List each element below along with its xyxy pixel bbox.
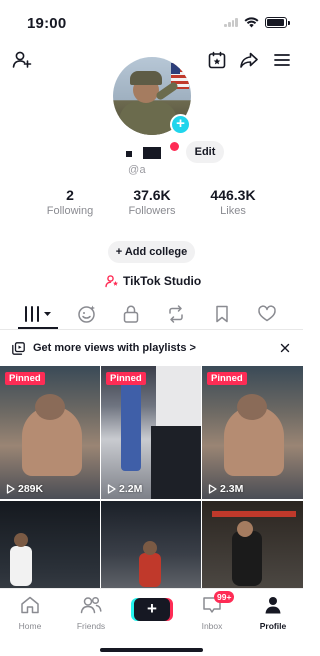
menu-button[interactable] <box>270 48 294 72</box>
view-count: 2.2M <box>107 483 142 495</box>
username: @a <box>128 164 146 176</box>
pinned-badge: Pinned <box>106 372 146 385</box>
tab-liked[interactable] <box>254 303 280 325</box>
playlist-banner[interactable]: Get more views with playlists > <box>0 335 303 361</box>
pinned-badge: Pinned <box>5 372 45 385</box>
share-icon <box>240 52 258 68</box>
likes-label: Likes <box>220 205 246 217</box>
stat-following[interactable]: 2 Following <box>40 187 100 217</box>
view-count-value: 289K <box>18 483 44 495</box>
view-count-value: 2.2M <box>119 483 143 495</box>
edit-profile-button[interactable]: Edit <box>186 141 224 163</box>
friends-icon <box>80 596 102 614</box>
followers-label: Followers <box>128 205 176 217</box>
add-avatar-button[interactable]: + <box>170 114 191 135</box>
add-user-icon <box>12 51 32 68</box>
hamburger-menu-icon <box>274 54 290 66</box>
redacted-name-block <box>126 151 132 157</box>
status-icons <box>224 17 290 28</box>
lock-icon <box>123 305 139 323</box>
tiktok-studio-link[interactable]: TikTok Studio <box>105 274 201 288</box>
tab-private[interactable] <box>118 303 144 325</box>
tiktok-studio-label: TikTok Studio <box>123 274 202 288</box>
nav-home[interactable]: Home <box>5 595 55 631</box>
add-college-button[interactable]: + Add college <box>108 241 195 263</box>
view-count: 2.3M <box>208 483 243 495</box>
bookmark-icon <box>216 305 228 323</box>
signal-icon <box>224 18 238 27</box>
video-thumbnail[interactable]: Pinned 2.2M <box>101 366 201 499</box>
status-time: 19:00 <box>27 15 67 32</box>
calendar-button[interactable] <box>205 48 229 72</box>
video-thumbnail[interactable]: Pinned 289K <box>0 366 100 499</box>
studio-user-icon <box>105 275 118 288</box>
close-icon[interactable] <box>280 343 290 353</box>
tab-favorites[interactable] <box>209 303 235 325</box>
nav-inbox-label: Inbox <box>201 621 223 631</box>
status-bar: 19:00 <box>0 0 303 44</box>
wifi-icon <box>244 17 259 28</box>
face-sparkle-icon <box>78 305 95 323</box>
share-profile-button[interactable] <box>237 48 261 72</box>
followers-count: 37.6K <box>133 187 171 203</box>
nav-home-label: Home <box>18 621 42 631</box>
tab-reposts[interactable] <box>163 303 189 325</box>
battery-icon <box>265 17 290 28</box>
view-count-value: 2.3M <box>220 483 244 495</box>
active-tab-indicator <box>18 327 58 329</box>
video-thumbnail[interactable]: Pinned 2.3M <box>202 366 303 499</box>
play-icon <box>107 484 116 494</box>
nav-inbox[interactable]: 99+ Inbox <box>187 591 237 631</box>
nav-profile[interactable]: Profile <box>248 595 298 631</box>
redacted-name-block <box>143 147 161 159</box>
nav-friends-label: Friends <box>76 621 106 631</box>
home-indicator <box>100 648 203 652</box>
view-count: 289K <box>6 483 43 495</box>
likes-count: 446.3K <box>210 187 256 203</box>
following-count: 2 <box>66 187 74 203</box>
heart-icon <box>258 305 276 322</box>
playlist-banner-text: Get more views with playlists > <box>33 342 196 354</box>
create-button[interactable]: + <box>134 598 170 621</box>
grid-icon <box>25 306 51 322</box>
name-badge-dot <box>170 142 179 151</box>
profile-icon <box>265 597 281 614</box>
tab-reposts-sparkle[interactable] <box>74 303 100 325</box>
stat-followers[interactable]: 37.6K Followers <box>121 187 183 217</box>
nav-friends[interactable]: Friends <box>66 595 116 631</box>
nav-profile-label: Profile <box>259 621 287 631</box>
tab-videos[interactable] <box>22 303 54 325</box>
play-icon <box>6 484 15 494</box>
playlist-icon <box>12 342 25 355</box>
inbox-badge: 99+ <box>214 591 235 603</box>
bottom-nav-bar: Home Friends + 99+ Inbox Profile <box>0 588 303 656</box>
play-icon <box>208 484 217 494</box>
home-icon <box>21 596 39 614</box>
pinned-badge: Pinned <box>207 372 247 385</box>
stat-likes[interactable]: 446.3K Likes <box>200 187 266 217</box>
calendar-star-icon <box>208 51 226 69</box>
repost-icon <box>169 305 183 323</box>
profile-tabs <box>0 300 303 330</box>
add-friend-button[interactable] <box>10 48 34 72</box>
following-label: Following <box>46 205 94 217</box>
